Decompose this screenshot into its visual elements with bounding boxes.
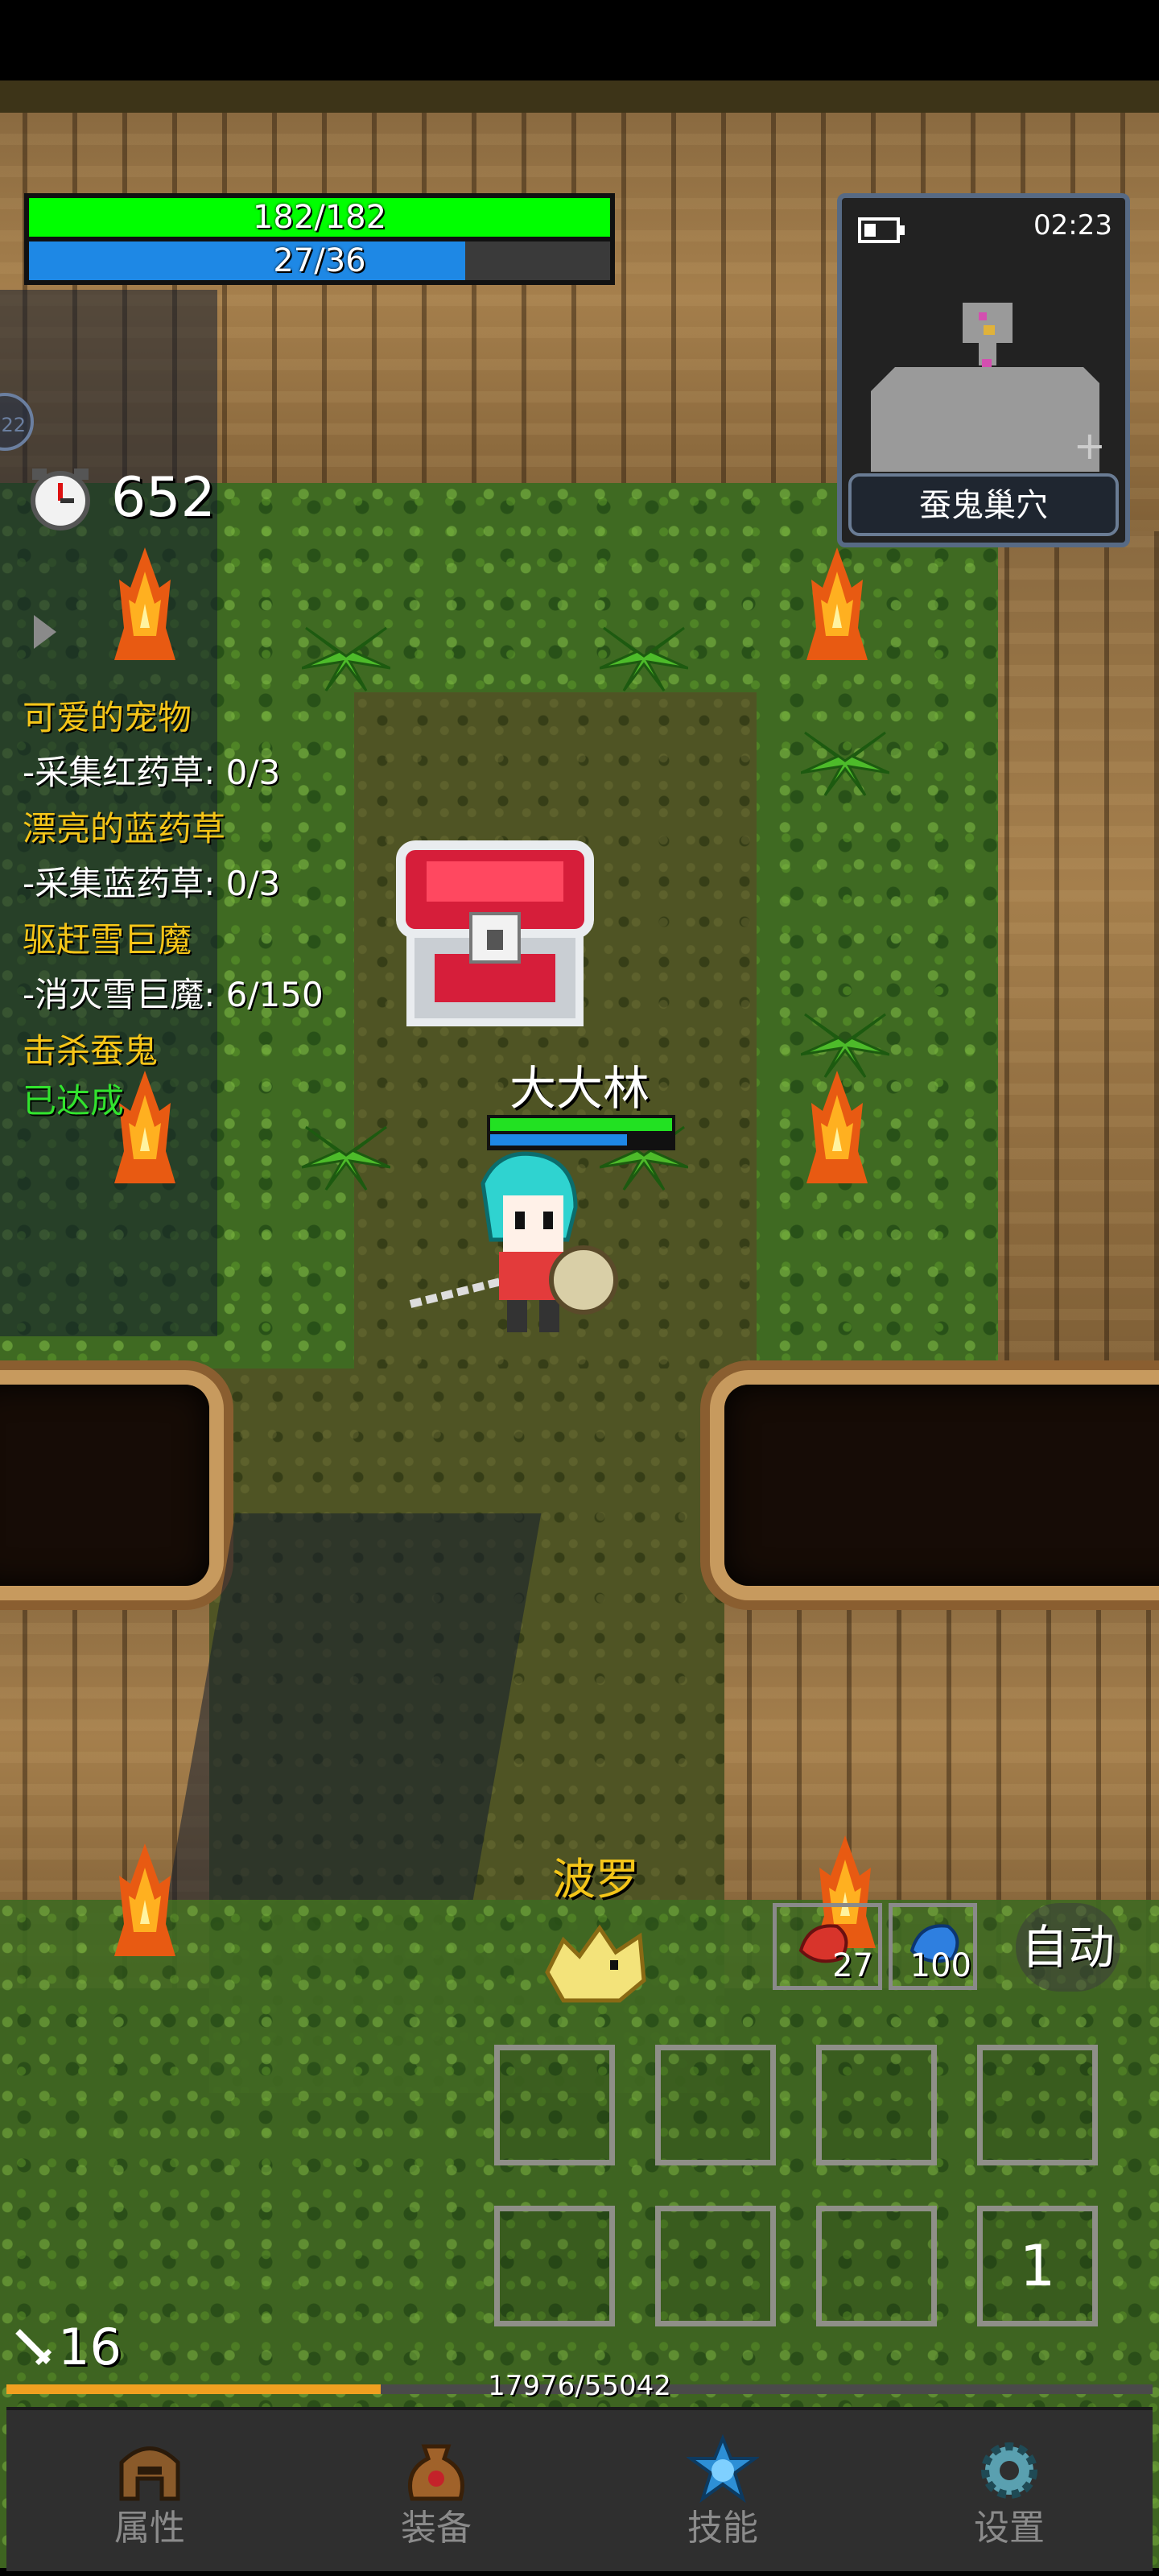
player-mini-bars: [487, 1115, 675, 1150]
battery-icon: [858, 217, 905, 243]
treasure-chest-icon[interactable]: [394, 837, 596, 1030]
pet-name: 波罗: [552, 1854, 639, 1905]
fire-torch-icon: [114, 1843, 175, 1956]
cave-wall-right: [982, 531, 1159, 1417]
herb-plant-icon: [801, 1013, 889, 1078]
hp-bar: 182/182: [24, 193, 615, 242]
minimap[interactable]: 02:23 + 蚕鬼巢穴: [837, 193, 1130, 547]
pet-creature-icon[interactable]: [539, 1916, 652, 2013]
clock-time: 02:23: [1033, 209, 1112, 242]
fire-torch-icon: [806, 547, 868, 660]
nav-settings[interactable]: 设置: [866, 2410, 1153, 2571]
quest-title[interactable]: 击杀蚕鬼: [23, 1024, 158, 1073]
player-hp-bar: [490, 1118, 672, 1131]
nav-equipment[interactable]: 装备: [293, 2410, 580, 2571]
nav-label: 装备: [401, 2508, 472, 2549]
alarm-clock-icon: [31, 469, 90, 530]
mp-bar: 27/36: [24, 237, 615, 285]
minimap-rooms: [871, 303, 1099, 472]
skill-slot[interactable]: [816, 2045, 937, 2165]
hp-text: 182/182: [252, 199, 387, 236]
fire-torch-icon: [114, 547, 175, 660]
blue-potion-slot[interactable]: 100: [889, 1903, 977, 1990]
helmet-icon: [119, 2446, 180, 2501]
bag-icon: [408, 2444, 464, 2501]
quest-title[interactable]: 漂亮的蓝药草: [23, 802, 225, 851]
nav-label: 属性: [114, 2508, 185, 2549]
quest-title[interactable]: 可爱的宠物: [23, 691, 192, 740]
skill-slot[interactable]: [494, 2206, 615, 2326]
quest-title[interactable]: 驱赶雪巨魔: [23, 913, 192, 962]
skill-slot[interactable]: [977, 2045, 1098, 2165]
skill-gem-icon: [687, 2434, 759, 2504]
player-name: 大大林: [509, 1061, 650, 1116]
blue-potion-count: 100: [909, 1947, 971, 1984]
herb-plant-icon: [302, 626, 390, 691]
bottom-nav: 属性 装备 技能 设置: [6, 2407, 1153, 2571]
cave-hole-right: [724, 1385, 1159, 1586]
skill-slot[interactable]: [655, 2206, 776, 2326]
player-character-icon[interactable]: [402, 1151, 636, 1352]
skill-page-switch[interactable]: 1: [977, 2206, 1098, 2326]
quest-detail: -采集蓝药草: 0/3: [23, 864, 281, 903]
mp-text: 27/36: [273, 242, 366, 279]
collapse-quest-arrow-icon[interactable]: [29, 612, 61, 652]
nav-skills[interactable]: 技能: [580, 2410, 866, 2571]
auto-battle-button[interactable]: 自动: [1016, 1903, 1120, 1992]
nav-label: 设置: [974, 2508, 1045, 2549]
skill-slot[interactable]: [655, 2045, 776, 2165]
herb-plant-icon: [801, 731, 889, 796]
nav-attributes[interactable]: 属性: [6, 2410, 293, 2571]
skill-slot[interactable]: [816, 2206, 937, 2326]
attack-level: 16: [58, 2318, 122, 2376]
player-mp-bar: [490, 1134, 627, 1146]
timer-value: 652: [111, 466, 216, 530]
nav-label: 技能: [687, 2508, 758, 2549]
fire-torch-icon: [806, 1071, 868, 1183]
quest-status: 已达成: [23, 1081, 125, 1121]
skill-slot[interactable]: [494, 2045, 615, 2165]
cave-hole-left: [0, 1385, 209, 1586]
gear-icon: [981, 2442, 1037, 2499]
zoom-plus-icon[interactable]: +: [1074, 427, 1106, 465]
location-name: 蚕鬼巢穴: [848, 473, 1119, 536]
exp-text: 17976/55042: [488, 2370, 671, 2402]
herb-plant-icon: [600, 626, 688, 691]
quest-detail: -消灭雪巨魔: 6/150: [23, 975, 324, 1014]
sword-icon: [15, 2329, 52, 2366]
herb-plant-icon: [302, 1125, 390, 1191]
red-potion-slot[interactable]: 27: [773, 1903, 882, 1990]
red-potion-count: 27: [832, 1947, 873, 1984]
quest-detail: -采集红药草: 0/3: [23, 753, 281, 792]
